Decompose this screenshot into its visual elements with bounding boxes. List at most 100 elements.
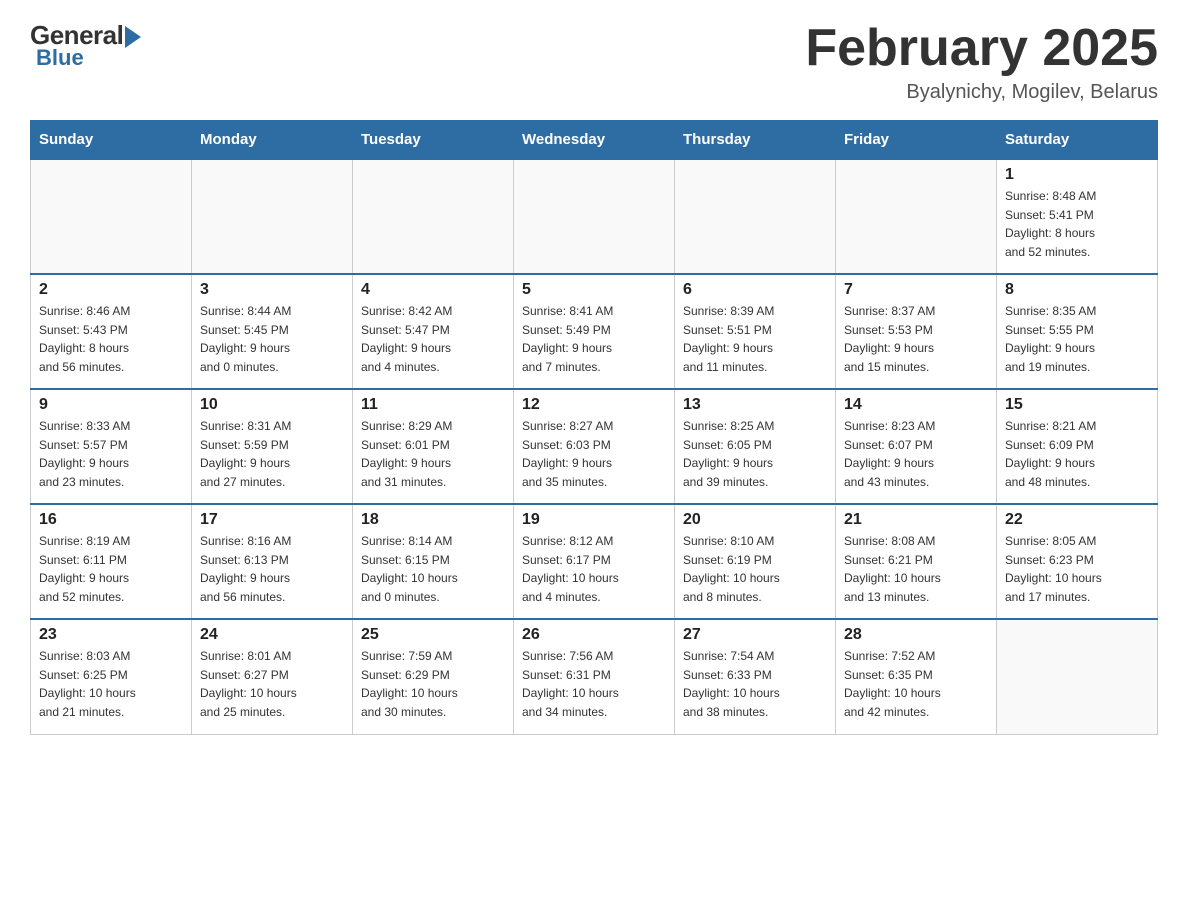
calendar-cell-w5-d3: 25Sunrise: 7:59 AM Sunset: 6:29 PM Dayli… [353, 619, 514, 734]
calendar-table: Sunday Monday Tuesday Wednesday Thursday… [30, 120, 1158, 735]
day-number: 24 [200, 626, 344, 644]
calendar-cell-w1-d2 [192, 159, 353, 274]
calendar-header-row: Sunday Monday Tuesday Wednesday Thursday… [31, 121, 1158, 160]
day-info: Sunrise: 8:05 AM Sunset: 6:23 PM Dayligh… [1005, 532, 1149, 606]
col-tuesday: Tuesday [353, 121, 514, 160]
day-info: Sunrise: 7:54 AM Sunset: 6:33 PM Dayligh… [683, 647, 827, 721]
day-number: 21 [844, 511, 988, 529]
calendar-cell-w3-d7: 15Sunrise: 8:21 AM Sunset: 6:09 PM Dayli… [997, 389, 1158, 504]
calendar-cell-w1-d5 [675, 159, 836, 274]
day-number: 19 [522, 511, 666, 529]
day-number: 11 [361, 396, 505, 414]
day-number: 6 [683, 281, 827, 299]
day-number: 17 [200, 511, 344, 529]
day-info: Sunrise: 8:44 AM Sunset: 5:45 PM Dayligh… [200, 302, 344, 376]
day-number: 9 [39, 396, 183, 414]
calendar-cell-w1-d6 [836, 159, 997, 274]
calendar-cell-w3-d4: 12 Sunrise: 8:27 AM Sunset: 6:03 PM Dayli… [514, 389, 675, 504]
day-number: 2 [39, 281, 183, 299]
calendar-week-2: 2 Sunrise: 8:46 AM Sunset: 5:43 PM Daylig… [31, 274, 1158, 389]
day-info: Sunrise: 8:46 AM Sunset: 5:43 PM Dayligh… [39, 302, 183, 376]
day-info: Sunrise: 8:35 AM Sunset: 5:55 PM Dayligh… [1005, 302, 1149, 376]
calendar-cell-w5-d7 [997, 619, 1158, 734]
day-info: Sunrise: 8:19 AM Sunset: 6:11 PM Dayligh… [39, 532, 183, 606]
day-info: Sunrise: 7:59 AM Sunset: 6:29 PM Dayligh… [361, 647, 505, 721]
day-number: 7 [844, 281, 988, 299]
calendar-cell-w1-d4 [514, 159, 675, 274]
logo: General Blue [30, 20, 142, 71]
day-info: Sunrise: 8:41 AM Sunset: 5:49 PM Dayligh… [522, 302, 666, 376]
day-info: Sunrise: 8:31 AM Sunset: 5:59 PM Dayligh… [200, 417, 344, 491]
calendar-cell-w4-d7: 22 Sunrise: 8:05 AM Sunset: 6:23 PM Dayli… [997, 504, 1158, 619]
calendar-body: 1 Sunrise: 8:48 AM Sunset: 5:41 PM Daylig… [31, 159, 1158, 734]
day-number: 10 [200, 396, 344, 414]
day-info: Sunrise: 8:14 AM Sunset: 6:15 PM Dayligh… [361, 532, 505, 606]
day-info: Sunrise: 8:25 AM Sunset: 6:05 PM Dayligh… [683, 417, 827, 491]
day-number: 12 [522, 396, 666, 414]
day-number: 1 [1005, 166, 1149, 184]
calendar-week-1: 1 Sunrise: 8:48 AM Sunset: 5:41 PM Daylig… [31, 159, 1158, 274]
calendar-cell-w2-d3: 4 Sunrise: 8:42 AM Sunset: 5:47 PM Daylig… [353, 274, 514, 389]
col-wednesday: Wednesday [514, 121, 675, 160]
calendar-week-4: 16 Sunrise: 8:19 AM Sunset: 6:11 PM Dayli… [31, 504, 1158, 619]
calendar-cell-w5-d1: 23 Sunrise: 8:03 AM Sunset: 6:25 PM Dayli… [31, 619, 192, 734]
col-saturday: Saturday [997, 121, 1158, 160]
day-number: 20 [683, 511, 827, 529]
page-header: General Blue February 2025 Byalynichy, M… [30, 20, 1158, 104]
calendar-week-3: 9Sunrise: 8:33 AM Sunset: 5:57 PM Daylig… [31, 389, 1158, 504]
day-info: Sunrise: 8:12 AM Sunset: 6:17 PM Dayligh… [522, 532, 666, 606]
calendar-cell-w4-d6: 21 Sunrise: 8:08 AM Sunset: 6:21 PM Dayli… [836, 504, 997, 619]
day-info: Sunrise: 8:03 AM Sunset: 6:25 PM Dayligh… [39, 647, 183, 721]
day-info: Sunrise: 8:08 AM Sunset: 6:21 PM Dayligh… [844, 532, 988, 606]
calendar-cell-w2-d7: 8 Sunrise: 8:35 AM Sunset: 5:55 PM Daylig… [997, 274, 1158, 389]
calendar-cell-w2-d2: 3 Sunrise: 8:44 AM Sunset: 5:45 PM Daylig… [192, 274, 353, 389]
calendar-cell-w3-d1: 9Sunrise: 8:33 AM Sunset: 5:57 PM Daylig… [31, 389, 192, 504]
calendar-cell-w1-d3 [353, 159, 514, 274]
day-info: Sunrise: 8:10 AM Sunset: 6:19 PM Dayligh… [683, 532, 827, 606]
day-info: Sunrise: 8:16 AM Sunset: 6:13 PM Dayligh… [200, 532, 344, 606]
day-info: Sunrise: 8:42 AM Sunset: 5:47 PM Dayligh… [361, 302, 505, 376]
day-number: 5 [522, 281, 666, 299]
calendar-cell-w5-d6: 28 Sunrise: 7:52 AM Sunset: 6:35 PM Dayli… [836, 619, 997, 734]
day-info: Sunrise: 7:56 AM Sunset: 6:31 PM Dayligh… [522, 647, 666, 721]
col-sunday: Sunday [31, 121, 192, 160]
day-number: 4 [361, 281, 505, 299]
calendar-cell-w2-d1: 2 Sunrise: 8:46 AM Sunset: 5:43 PM Daylig… [31, 274, 192, 389]
calendar-cell-w4-d3: 18 Sunrise: 8:14 AM Sunset: 6:15 PM Dayli… [353, 504, 514, 619]
day-number: 18 [361, 511, 505, 529]
col-thursday: Thursday [675, 121, 836, 160]
day-info: Sunrise: 8:39 AM Sunset: 5:51 PM Dayligh… [683, 302, 827, 376]
col-friday: Friday [836, 121, 997, 160]
calendar-cell-w4-d2: 17 Sunrise: 8:16 AM Sunset: 6:13 PM Dayli… [192, 504, 353, 619]
title-block: February 2025 Byalynichy, Mogilev, Belar… [805, 20, 1158, 104]
day-info: Sunrise: 8:23 AM Sunset: 6:07 PM Dayligh… [844, 417, 988, 491]
day-number: 8 [1005, 281, 1149, 299]
col-monday: Monday [192, 121, 353, 160]
day-info: Sunrise: 8:37 AM Sunset: 5:53 PM Dayligh… [844, 302, 988, 376]
day-number: 13 [683, 396, 827, 414]
day-info: Sunrise: 8:21 AM Sunset: 6:09 PM Dayligh… [1005, 417, 1149, 491]
calendar-cell-w2-d5: 6 Sunrise: 8:39 AM Sunset: 5:51 PM Daylig… [675, 274, 836, 389]
calendar-cell-w1-d1 [31, 159, 192, 274]
calendar-cell-w5-d2: 24Sunrise: 8:01 AM Sunset: 6:27 PM Dayli… [192, 619, 353, 734]
logo-arrow-icon [125, 26, 141, 48]
day-number: 23 [39, 626, 183, 644]
day-info: Sunrise: 8:27 AM Sunset: 6:03 PM Dayligh… [522, 417, 666, 491]
calendar-cell-w1-d7: 1 Sunrise: 8:48 AM Sunset: 5:41 PM Daylig… [997, 159, 1158, 274]
day-number: 22 [1005, 511, 1149, 529]
day-number: 26 [522, 626, 666, 644]
calendar-cell-w4-d4: 19 Sunrise: 8:12 AM Sunset: 6:17 PM Dayli… [514, 504, 675, 619]
day-number: 27 [683, 626, 827, 644]
day-info: Sunrise: 8:48 AM Sunset: 5:41 PM Dayligh… [1005, 187, 1149, 261]
calendar-cell-w2-d6: 7 Sunrise: 8:37 AM Sunset: 5:53 PM Daylig… [836, 274, 997, 389]
day-number: 28 [844, 626, 988, 644]
day-info: Sunrise: 7:52 AM Sunset: 6:35 PM Dayligh… [844, 647, 988, 721]
calendar-subtitle: Byalynichy, Mogilev, Belarus [805, 81, 1158, 104]
calendar-cell-w3-d2: 10 Sunrise: 8:31 AM Sunset: 5:59 PM Dayli… [192, 389, 353, 504]
day-number: 16 [39, 511, 183, 529]
calendar-cell-w4-d1: 16 Sunrise: 8:19 AM Sunset: 6:11 PM Dayli… [31, 504, 192, 619]
day-number: 3 [200, 281, 344, 299]
calendar-title: February 2025 [805, 20, 1158, 77]
calendar-cell-w5-d4: 26 Sunrise: 7:56 AM Sunset: 6:31 PM Dayli… [514, 619, 675, 734]
calendar-cell-w4-d5: 20 Sunrise: 8:10 AM Sunset: 6:19 PM Dayli… [675, 504, 836, 619]
